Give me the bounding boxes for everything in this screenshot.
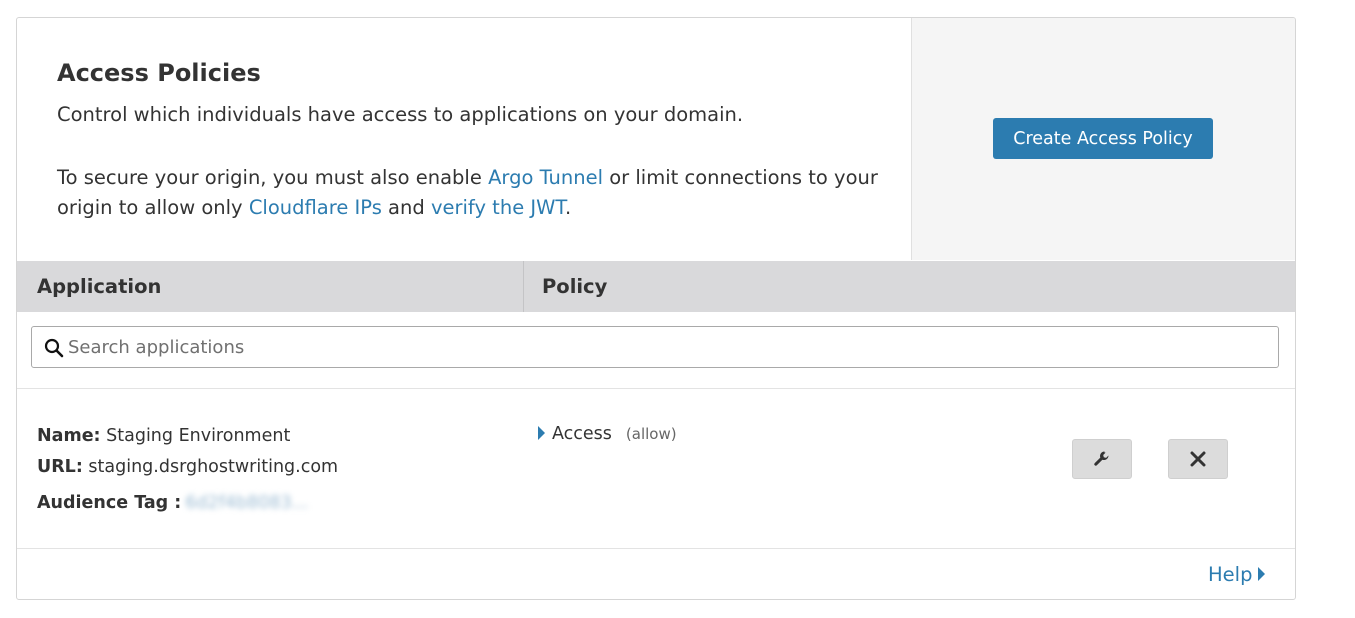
policy-toggle[interactable]: Access (allow) xyxy=(538,424,677,444)
app-name-value: Staging Environment xyxy=(106,426,291,446)
search-input[interactable] xyxy=(68,327,1268,367)
wrench-icon xyxy=(1094,451,1109,466)
page-title: Access Policies xyxy=(57,59,261,87)
page-description: Control which individuals have access to… xyxy=(57,103,744,126)
create-access-policy-button[interactable]: Create Access Policy xyxy=(993,118,1213,159)
column-divider xyxy=(523,261,524,312)
secure-origin-note: To secure your origin, you must also ena… xyxy=(57,163,887,223)
argo-tunnel-link[interactable]: Argo Tunnel xyxy=(488,166,603,189)
column-header-application: Application xyxy=(37,275,162,298)
verify-jwt-link[interactable]: verify the JWT xyxy=(431,196,565,219)
caret-right-icon xyxy=(1258,567,1266,581)
app-audience-tag: Audience Tag :6d2f4b8083... xyxy=(37,493,308,513)
header-info-panel: Access Policies Control which individual… xyxy=(17,18,912,260)
search-icon xyxy=(44,338,64,358)
access-policies-card: Access Policies Control which individual… xyxy=(16,17,1296,600)
caret-right-icon xyxy=(538,426,545,440)
app-name: Name: Staging Environment xyxy=(37,426,290,446)
cloudflare-ips-link[interactable]: Cloudflare IPs xyxy=(249,196,382,219)
secure-text-1: To secure your origin, you must also ena… xyxy=(57,166,489,189)
policy-decision: (allow) xyxy=(625,425,677,443)
column-header-policy: Policy xyxy=(542,275,608,298)
audience-tag-label: Audience Tag : xyxy=(37,493,182,513)
divider xyxy=(17,388,1295,389)
app-url-label: URL: xyxy=(37,457,83,477)
edit-policy-button[interactable] xyxy=(1072,439,1132,479)
header-action-panel: Create Access Policy xyxy=(912,18,1295,260)
policy-name: Access xyxy=(552,424,612,444)
close-icon xyxy=(1190,451,1206,467)
help-link[interactable]: Help xyxy=(1208,563,1266,586)
app-url: URL: staging.dsrghostwriting.com xyxy=(37,457,338,477)
secure-text-3: and xyxy=(381,196,431,219)
audience-tag-value: 6d2f4b8083... xyxy=(185,493,309,513)
table-header: Application Policy xyxy=(17,261,1295,312)
divider xyxy=(17,548,1295,549)
secure-text-4: . xyxy=(565,196,572,219)
search-box xyxy=(31,326,1279,368)
app-url-value: staging.dsrghostwriting.com xyxy=(88,457,339,477)
delete-policy-button[interactable] xyxy=(1168,439,1228,479)
help-label: Help xyxy=(1208,563,1253,586)
access-policies-header: Access Policies Control which individual… xyxy=(17,18,1295,260)
app-name-label: Name: xyxy=(37,426,101,446)
